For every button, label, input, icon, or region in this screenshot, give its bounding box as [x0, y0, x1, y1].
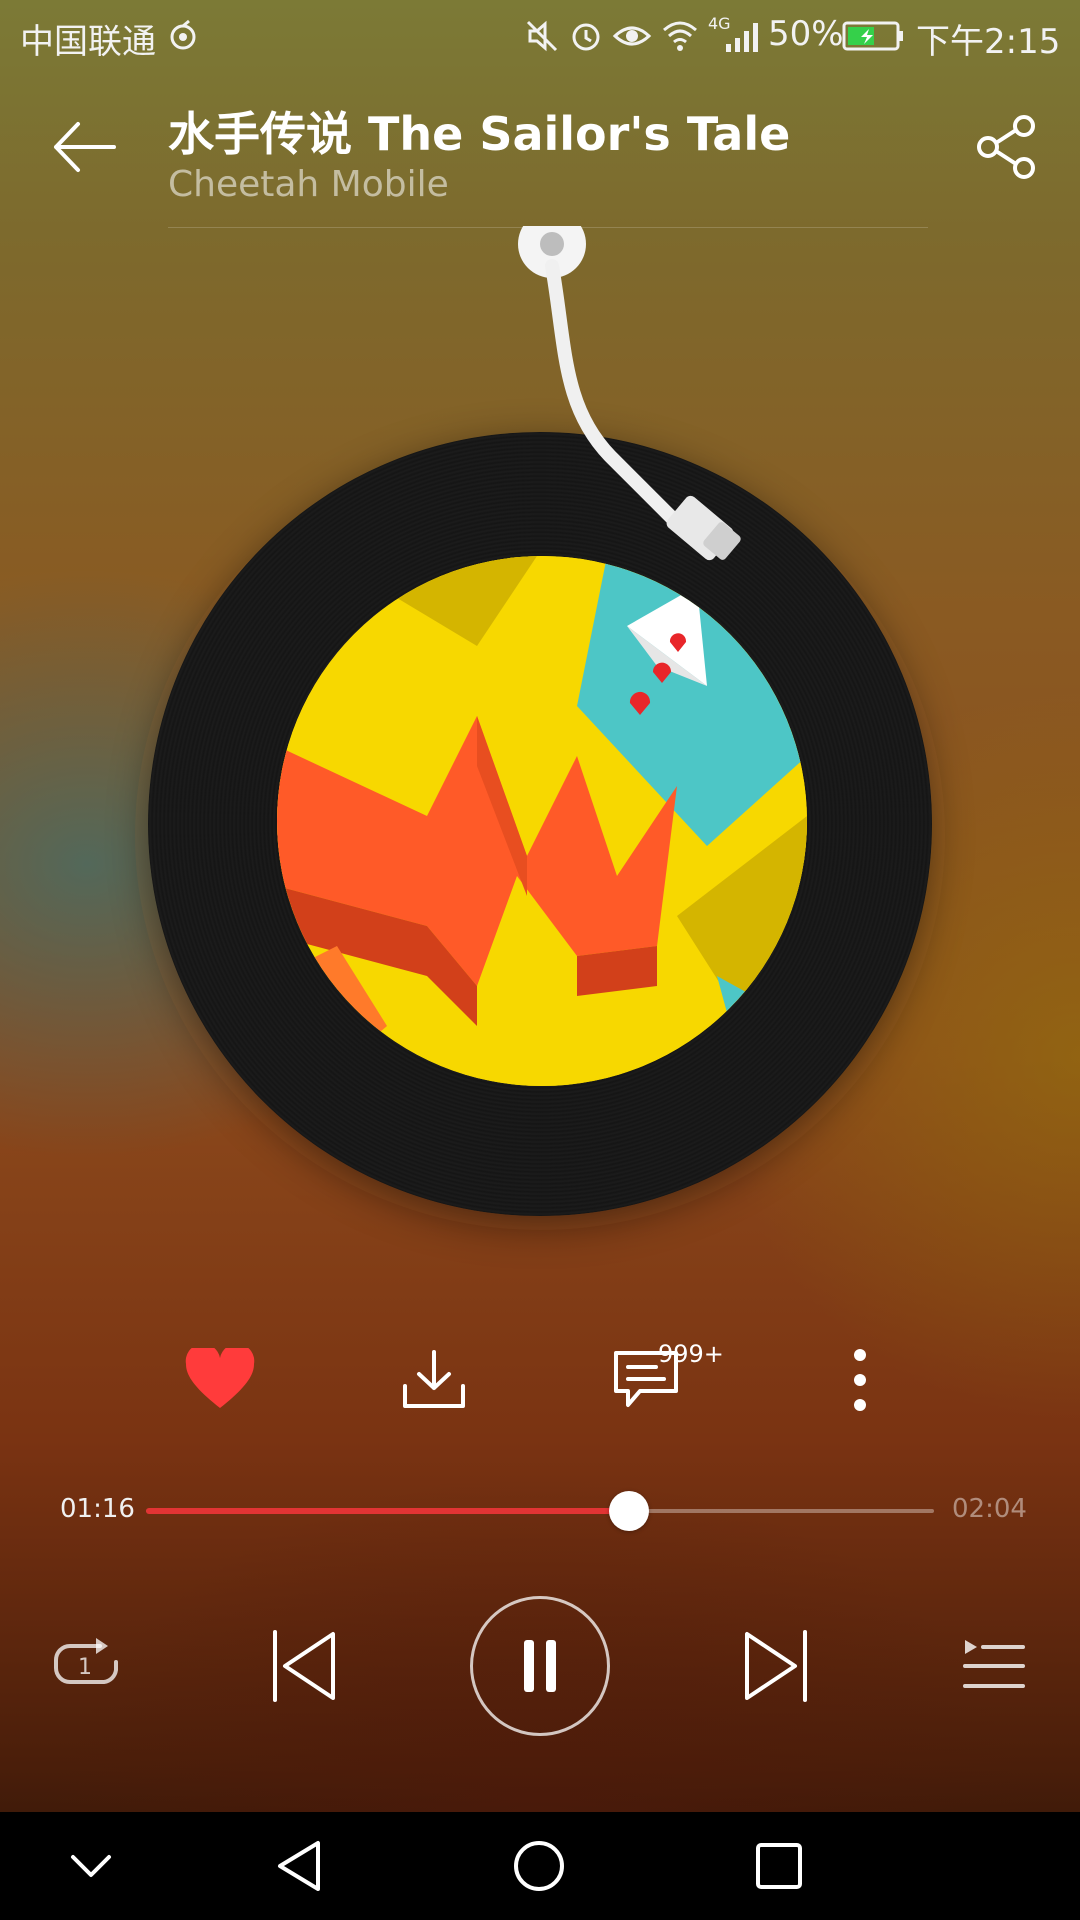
- system-nav-bar: [0, 1812, 1080, 1920]
- seek-progress: [146, 1508, 630, 1514]
- wifi-icon: [663, 21, 697, 51]
- artist-name[interactable]: Cheetah Mobile: [168, 164, 449, 205]
- comment-count-badge: 999+: [658, 1340, 724, 1368]
- nav-collapse-button[interactable]: [46, 1826, 136, 1906]
- alarm-icon: [572, 23, 600, 51]
- play-pause-button[interactable]: [470, 1596, 610, 1736]
- heart-icon: [185, 1348, 255, 1408]
- playlist-icon: [963, 1640, 1025, 1688]
- nav-back-button[interactable]: [254, 1826, 344, 1906]
- download-icon: [403, 1350, 465, 1408]
- mute-icon: [526, 20, 558, 52]
- song-title: 水手传说 The Sailor's Tale: [168, 107, 791, 161]
- pause-icon: [524, 1640, 556, 1692]
- nav-back-icon: [278, 1841, 320, 1891]
- playlist-button[interactable]: [954, 1626, 1034, 1706]
- repeat-one-icon: 1: [54, 1638, 118, 1684]
- battery-percent: 50%: [768, 14, 844, 54]
- seek-thumb[interactable]: [609, 1491, 650, 1531]
- total-time: 02:04: [952, 1494, 1027, 1524]
- status-bar: 中国联通 4G 50% 下午2:15: [0, 0, 1080, 72]
- back-button[interactable]: [44, 112, 124, 182]
- sync-icon: [170, 19, 196, 50]
- download-button[interactable]: [384, 1330, 484, 1430]
- svg-text:1: 1: [78, 1655, 92, 1680]
- signal-icon: [726, 23, 758, 52]
- eye-comfort-icon: [612, 26, 652, 46]
- more-button[interactable]: [810, 1330, 910, 1430]
- tonearm: [518, 226, 741, 561]
- more-icon: [854, 1349, 866, 1411]
- album-art-image: [277, 556, 807, 1086]
- elapsed-time: 01:16: [60, 1494, 135, 1524]
- playback-controls: 1: [0, 1596, 1080, 1736]
- like-button[interactable]: [170, 1330, 270, 1430]
- action-row: [0, 1330, 1080, 1430]
- nav-collapse-icon: [71, 1855, 111, 1877]
- next-icon: [745, 1630, 807, 1702]
- next-button[interactable]: [734, 1624, 818, 1708]
- header: 水手传说 The Sailor's Tale Cheetah Mobile: [0, 92, 1080, 232]
- previous-icon: [273, 1630, 335, 1702]
- nav-home-icon: [514, 1841, 564, 1891]
- share-icon: [977, 115, 1035, 179]
- back-arrow-icon: [54, 122, 116, 172]
- previous-button[interactable]: [262, 1624, 346, 1708]
- progress-bar: 01:16 02:04: [0, 1480, 1080, 1540]
- nav-home-button[interactable]: [494, 1826, 584, 1906]
- album-cover: [277, 556, 807, 1086]
- carrier-label: 中国联通: [20, 22, 156, 62]
- share-button[interactable]: [972, 112, 1042, 182]
- repeat-mode-button[interactable]: 1: [44, 1626, 128, 1706]
- nav-recents-button[interactable]: [734, 1826, 824, 1906]
- battery-icon: [842, 21, 903, 51]
- nav-recents-icon: [756, 1843, 802, 1889]
- clock: 下午2:15: [916, 22, 1061, 62]
